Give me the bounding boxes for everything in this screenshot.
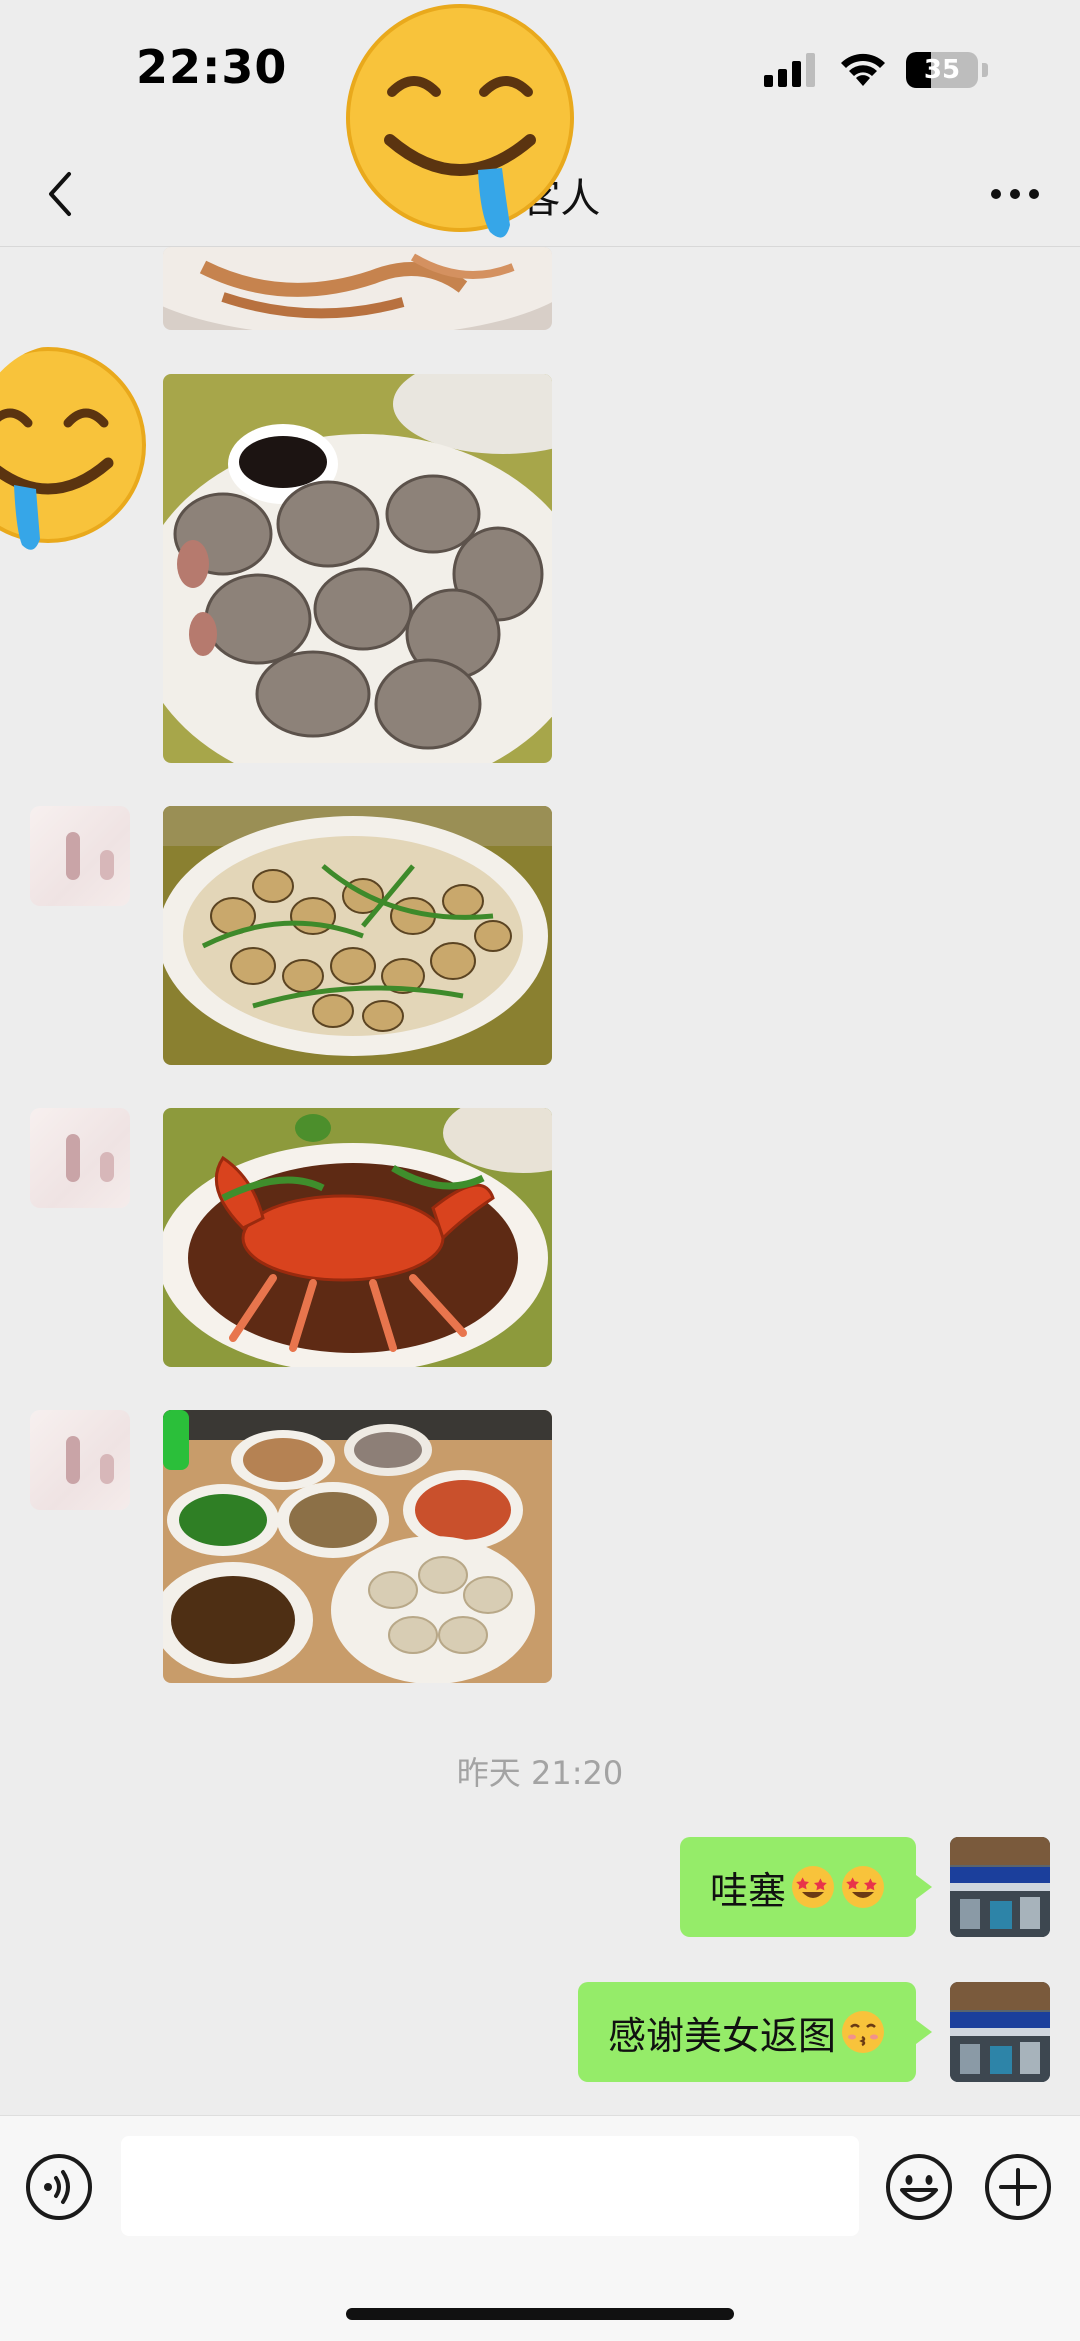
stir-fried-snails-photo: [163, 806, 552, 1065]
contact-avatar[interactable]: [30, 1410, 130, 1510]
contact-avatar[interactable]: [30, 806, 130, 906]
avatar-figure: [66, 832, 80, 880]
seafood-table-photo: [163, 1410, 552, 1683]
photo-message-shrimp[interactable]: [163, 247, 552, 330]
shrimp-photo: [163, 247, 552, 330]
home-indicator[interactable]: [346, 2308, 734, 2320]
more-icon: [991, 189, 1039, 199]
kissing-face-icon: [842, 2011, 884, 2053]
message-text: 感谢美女返图: [607, 2013, 836, 2058]
avatar-figure: [66, 1436, 80, 1484]
battery-indicator: 35: [906, 52, 978, 88]
avatar-figure: [100, 1152, 114, 1182]
crab-photo: [163, 1108, 552, 1367]
message-input[interactable]: [121, 2136, 859, 2236]
plus-icon[interactable]: [983, 2152, 1053, 2222]
avatar-figure: [100, 1454, 114, 1484]
battery-level: 35: [923, 55, 961, 85]
market-avatar-image: [950, 1982, 1050, 2082]
photo-message-snails[interactable]: [163, 806, 552, 1065]
status-icons: 35: [764, 52, 988, 88]
photo-message-whelk[interactable]: [163, 374, 552, 763]
my-avatar[interactable]: [950, 1837, 1050, 1937]
wifi-icon: [841, 53, 885, 86]
photo-message-crab[interactable]: [163, 1108, 552, 1367]
avatar-figure: [66, 1134, 80, 1182]
whelk-photo: [163, 374, 552, 763]
my-avatar[interactable]: [950, 1982, 1050, 2082]
voice-icon[interactable]: [24, 2152, 94, 2222]
contact-avatar[interactable]: [30, 1108, 130, 1208]
market-avatar-image: [950, 1837, 1050, 1937]
message-text: 哇塞: [709, 1868, 786, 1913]
emoji-icon[interactable]: [884, 2152, 954, 2222]
status-time: 22:30: [136, 40, 288, 94]
sent-message-bubble[interactable]: 哇塞: [679, 1837, 933, 1937]
more-button[interactable]: [980, 164, 1050, 224]
star-struck-icon: [792, 1866, 834, 1908]
chat-screen: 22:30 35 C 客人 昨天 21:20 哇塞 感谢美女返图: [0, 0, 1080, 2341]
drooling-face-icon: [346, 4, 574, 238]
signal-icon: [764, 53, 815, 87]
sent-message-bubble[interactable]: 感谢美女返图: [577, 1982, 933, 2082]
photo-message-table[interactable]: [163, 1410, 552, 1683]
drooling-face-icon: [0, 347, 146, 550]
battery-cap: [982, 63, 988, 77]
avatar-figure: [100, 850, 114, 880]
star-struck-icon: [842, 1866, 884, 1908]
message-timestamp: 昨天 21:20: [456, 1754, 624, 1792]
